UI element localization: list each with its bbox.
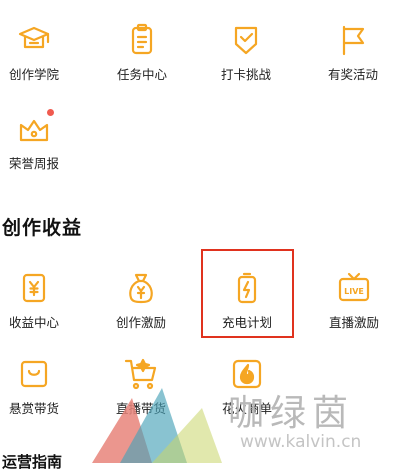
- grid-label: 收益中心: [8, 315, 59, 330]
- grid-label: 任务中心: [116, 67, 167, 82]
- yuan-card-icon: [16, 270, 52, 306]
- grid-label: 打卡挑战: [220, 67, 271, 82]
- grid-item-live-selling[interactable]: 直播带货: [91, 356, 191, 456]
- shopping-cart-icon: [123, 356, 159, 392]
- grid-label: 花火商单: [221, 401, 272, 416]
- grid-item-checkin-challenge[interactable]: 打卡挑战: [196, 22, 296, 122]
- grid-item-spark-orders[interactable]: 花火商单: [197, 356, 297, 456]
- section-title-partial: 运营指南: [2, 453, 63, 471]
- section-title: 创作收益: [2, 217, 83, 239]
- money-bag-icon: [123, 270, 159, 306]
- shield-check-icon: [228, 22, 264, 58]
- grid-item-live-incentive[interactable]: LIVE 直播激励: [304, 270, 400, 370]
- grid-item-prize-events[interactable]: 有奖活动: [303, 22, 400, 122]
- grid-item-academy[interactable]: 创作学院: [0, 22, 84, 122]
- grid-label: 创作学院: [8, 67, 59, 82]
- grid-item-creation-incentive[interactable]: 创作激励: [91, 270, 191, 370]
- clipboard-icon: [124, 22, 160, 58]
- flag-icon: [335, 22, 371, 58]
- grid-item-task-center[interactable]: 任务中心: [92, 22, 192, 122]
- grid-label: 直播激励: [328, 315, 379, 330]
- svg-text:LIVE: LIVE: [344, 287, 364, 296]
- notification-dot: [47, 109, 54, 116]
- grid-item-bounty-selling[interactable]: 悬赏带货: [0, 356, 84, 456]
- grid-item-honor-weekly[interactable]: 荣誉周报: [0, 111, 84, 211]
- grid-item-earnings-center[interactable]: 收益中心: [0, 270, 84, 370]
- grid-label: 荣誉周报: [8, 156, 59, 171]
- grid-label: 有奖活动: [327, 67, 378, 82]
- highlight-frame: [201, 249, 294, 338]
- grid-label: 创作激励: [115, 315, 166, 330]
- grid-label: 直播带货: [115, 401, 166, 416]
- live-tv-icon: LIVE: [336, 270, 372, 306]
- crown-icon: [16, 111, 52, 147]
- grid-label: 悬赏带货: [8, 401, 59, 416]
- flame-icon: [229, 356, 265, 392]
- graduation-cap-icon: [16, 22, 52, 58]
- shopping-bag-icon: [16, 356, 52, 392]
